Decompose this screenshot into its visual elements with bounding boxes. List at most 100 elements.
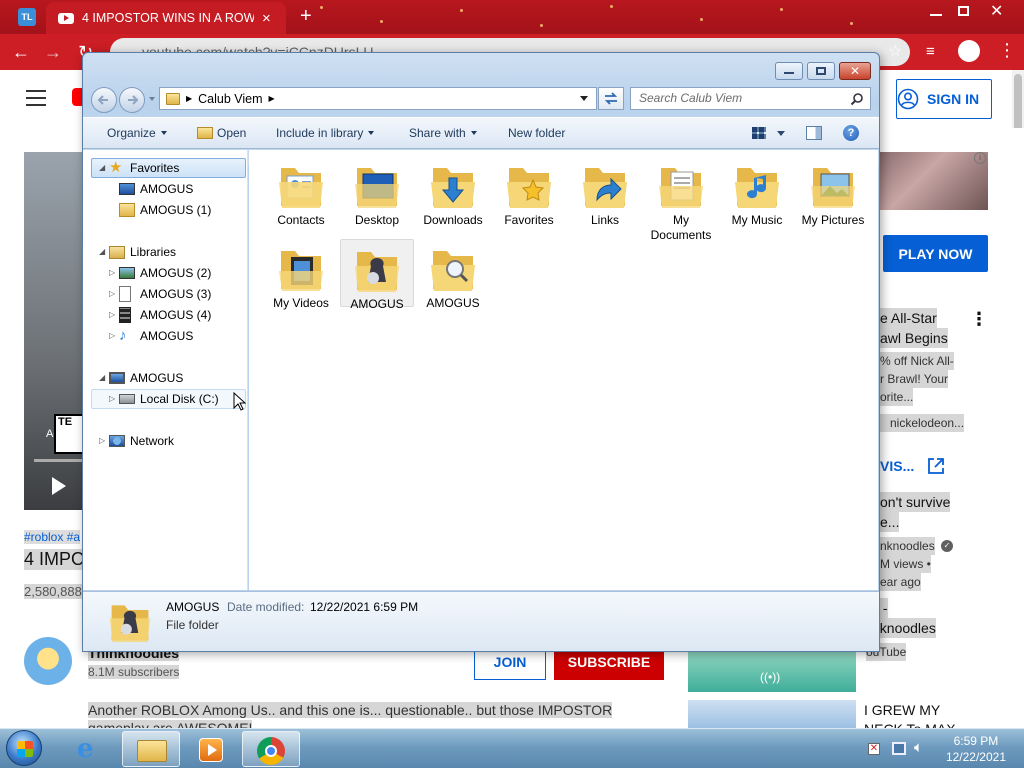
nav-libraries[interactable]: Libraries xyxy=(109,242,176,262)
nav-network[interactable]: Network xyxy=(109,431,174,451)
rec1-title-line-2[interactable]: e... xyxy=(880,512,900,532)
forward-button[interactable] xyxy=(119,87,145,113)
profile-avatar-icon[interactable] xyxy=(958,40,980,62)
folder-links[interactable]: Links xyxy=(568,158,642,228)
forward-arrow-icon[interactable]: → xyxy=(44,42,62,62)
refresh-button[interactable] xyxy=(598,87,624,110)
external-link-icon[interactable] xyxy=(926,456,946,476)
new-folder-button[interactable]: New folder xyxy=(508,126,565,140)
video-tags[interactable]: #roblox #a xyxy=(24,530,81,544)
back-arrow-icon[interactable]: ← xyxy=(12,42,30,62)
tray-volume-icon[interactable]: 🔈︎ xyxy=(914,739,923,756)
folder-my-music[interactable]: My Music xyxy=(720,158,794,228)
explorer-address-bar[interactable]: ▶ Calub Viem ▶ xyxy=(159,87,597,110)
sign-in-button[interactable]: SIGN IN xyxy=(896,79,992,119)
view-options-dropdown-icon[interactable] xyxy=(777,131,785,136)
organize-menu[interactable]: Organize xyxy=(107,126,167,140)
folder-desktop[interactable]: Desktop xyxy=(340,158,414,228)
taskbar-media-player[interactable] xyxy=(182,731,240,767)
ad-channel[interactable]: nickelodeon... xyxy=(880,414,965,432)
rec2-thumbnail[interactable]: ((•)) xyxy=(688,652,856,692)
change-view-icon[interactable] xyxy=(752,127,766,139)
folder-amogus-selected[interactable]: AMOGUS xyxy=(340,239,414,311)
window-minimize-icon[interactable] xyxy=(930,14,942,16)
file-explorer-icon xyxy=(137,740,167,762)
nav-fav-amogus[interactable]: AMOGUS xyxy=(119,179,193,199)
rec3-title-line-1[interactable]: I GREW MY xyxy=(864,700,940,720)
nav-fav-amogus-1[interactable]: AMOGUS (1) xyxy=(119,200,211,220)
breadcrumb-current[interactable]: Calub Viem xyxy=(198,92,262,106)
explorer-search-input[interactable]: Search Calub Viem xyxy=(630,87,871,110)
video-progress-bar[interactable] xyxy=(34,459,84,462)
expand-triangle-icon[interactable]: ▷ xyxy=(109,289,115,298)
folder-my-pictures[interactable]: My Pictures xyxy=(796,158,870,228)
ad-image[interactable] xyxy=(880,152,988,210)
nav-lib-amogus-4[interactable]: AMOGUS (4) xyxy=(119,305,211,325)
tray-network-icon[interactable] xyxy=(892,742,906,755)
window-restore-icon[interactable] xyxy=(958,6,969,16)
rec3-title-line-2[interactable]: NECK To MAX xyxy=(864,719,956,728)
breadcrumb-separator-icon[interactable]: ▶ xyxy=(186,94,192,103)
ad-info-icon[interactable]: i xyxy=(974,152,986,164)
media-queue-icon[interactable]: ≡ xyxy=(926,42,935,62)
explorer-maximize-button[interactable] xyxy=(807,62,835,80)
folder-downloads[interactable]: Downloads xyxy=(416,158,490,228)
system-clock[interactable]: 6:59 PM 12/22/2021 xyxy=(946,733,1006,765)
breadcrumb-next-icon[interactable]: ▶ xyxy=(269,94,275,103)
nav-lib-amogus-3[interactable]: AMOGUS (3) xyxy=(119,284,211,304)
tray-flag-icon[interactable]: ✕ xyxy=(868,743,880,755)
new-folder-label: New folder xyxy=(508,126,566,140)
collapse-triangle-icon[interactable]: ◢ xyxy=(99,373,105,382)
collapse-triangle-icon[interactable]: ◢ xyxy=(99,247,105,256)
folder-amogus-search[interactable]: AMOGUS xyxy=(416,241,490,311)
open-button[interactable]: Open xyxy=(197,126,246,140)
taskbar-internet-explorer[interactable]: e xyxy=(62,731,120,767)
back-button[interactable] xyxy=(91,87,117,113)
expand-triangle-icon[interactable]: ▷ xyxy=(109,331,115,340)
nav-computer[interactable]: AMOGUS xyxy=(109,368,183,388)
folder-favorites[interactable]: Favorites xyxy=(492,158,566,228)
address-dropdown-icon[interactable] xyxy=(580,96,588,101)
recent-pages-dropdown-icon[interactable] xyxy=(149,97,155,101)
explorer-close-button[interactable]: ✕ xyxy=(839,62,871,80)
taskbar-chrome[interactable] xyxy=(242,731,300,767)
play-icon[interactable] xyxy=(52,477,66,495)
ad-more-icon[interactable]: ⋮ xyxy=(970,309,988,330)
rec1-title-line-1[interactable]: on't survive xyxy=(880,492,951,512)
share-with-menu[interactable]: Share with xyxy=(409,126,477,140)
channel-avatar[interactable] xyxy=(24,637,72,685)
nav-local-disk[interactable]: Local Disk (C:) xyxy=(119,389,219,409)
expand-triangle-icon[interactable]: ▷ xyxy=(109,310,115,319)
bookmark-star-icon[interactable]: ☆ xyxy=(888,42,902,62)
rec1-channel[interactable]: nknoodles xyxy=(880,537,935,555)
rec2-title-line-2[interactable]: nknoodles xyxy=(872,618,936,638)
play-now-button[interactable]: PLAY NOW xyxy=(883,235,988,272)
include-in-library-menu[interactable]: Include in library xyxy=(276,126,375,140)
expand-triangle-icon[interactable]: ▷ xyxy=(109,394,115,403)
nav-lib-amogus-2[interactable]: AMOGUS (2) xyxy=(119,263,211,283)
preview-pane-icon[interactable] xyxy=(806,126,822,140)
window-close-icon[interactable]: ✕ xyxy=(990,1,1003,21)
chrome-menu-icon[interactable]: ⋮ xyxy=(998,40,1016,60)
nav-lib-amogus-music[interactable]: ♪ AMOGUS xyxy=(119,326,193,346)
tab-close-icon[interactable]: × xyxy=(262,10,271,27)
rec3-thumbnail[interactable] xyxy=(688,700,856,728)
folder-contacts[interactable]: Contacts xyxy=(264,158,338,228)
help-icon[interactable]: ? xyxy=(843,125,859,141)
hamburger-menu-icon[interactable] xyxy=(26,90,46,106)
explorer-minimize-button[interactable] xyxy=(775,62,803,80)
nav-favorites[interactable]: ★ Favorites xyxy=(109,158,179,178)
expand-triangle-icon[interactable]: ▷ xyxy=(109,268,115,277)
start-button[interactable] xyxy=(6,730,42,766)
folder-my-videos[interactable]: My Videos xyxy=(264,241,338,311)
folder-my-documents[interactable]: My Documents xyxy=(644,158,718,243)
open-label: Open xyxy=(217,126,247,140)
taskbar-windows-explorer[interactable] xyxy=(122,731,180,767)
video-player[interactable]: Ad 1 TE xyxy=(24,152,84,510)
visit-link[interactable]: VIS... xyxy=(880,458,914,474)
tab-badge[interactable]: TL xyxy=(18,8,36,26)
expand-triangle-icon[interactable]: ▷ xyxy=(99,436,105,445)
new-tab-button[interactable]: + xyxy=(300,5,312,28)
collapse-triangle-icon[interactable]: ◢ xyxy=(99,163,105,172)
browser-tab[interactable]: 4 IMPOSTOR WINS IN A ROW IN × xyxy=(46,2,286,34)
